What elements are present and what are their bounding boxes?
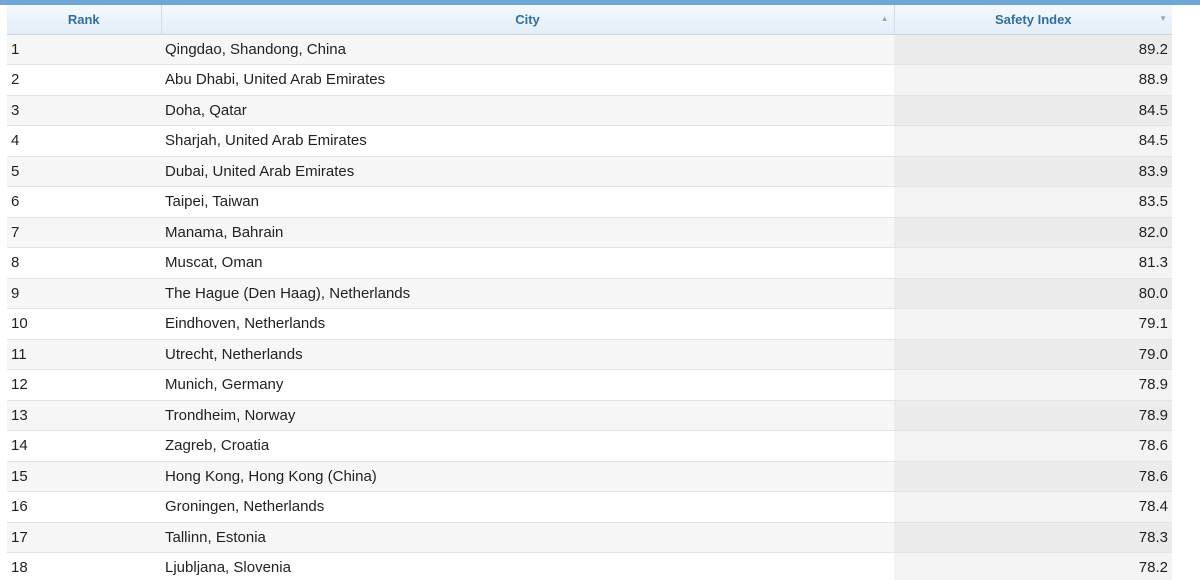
rank-cell: 18 [7,552,161,580]
table-body: 1 Qingdao, Shandong, China 89.2 2 Abu Dhabi,… [7,34,1172,580]
rank-cell: 11 [7,339,161,370]
city-cell: Dubai, United Arab Emirates [161,156,894,187]
city-cell: Doha, Qatar [161,95,894,126]
city-cell: Tallinn, Estonia [161,522,894,553]
city-cell: Abu Dhabi, United Arab Emirates [161,64,894,96]
rank-cell: 1 [7,34,161,65]
city-cell: Utrecht, Netherlands [161,339,894,370]
header-row: Rank City ▲ Safety Index ▼ [7,5,1172,35]
table-row[interactable]: 8 Muscat, Oman 81.3 [7,247,1172,279]
safety-index-cell: 80.0 [894,278,1172,309]
safety-index-cell: 84.5 [894,95,1172,126]
table-row[interactable]: 7 Manama, Bahrain 82.0 [7,217,1172,248]
rank-cell: 15 [7,461,161,492]
table-row[interactable]: 12 Munich, Germany 78.9 [7,369,1172,401]
safety-index-cell: 89.2 [894,34,1172,65]
table-row[interactable]: 14 Zagreb, Croatia 78.6 [7,430,1172,462]
city-cell: Ljubljana, Slovenia [161,552,894,580]
table-row[interactable]: 10 Eindhoven, Netherlands 79.1 [7,308,1172,340]
city-cell: Taipei, Taiwan [161,186,894,218]
table-row[interactable]: 13 Trondheim, Norway 78.9 [7,400,1172,431]
city-cell: Zagreb, Croatia [161,430,894,462]
city-cell: Groningen, Netherlands [161,491,894,523]
city-cell: Muscat, Oman [161,247,894,279]
safety-index-cell: 79.1 [894,308,1172,340]
table-row[interactable]: 1 Qingdao, Shandong, China 89.2 [7,34,1172,65]
table-row[interactable]: 4 Sharjah, United Arab Emirates 84.5 [7,125,1172,157]
column-header-rank[interactable]: Rank [7,5,162,35]
rank-cell: 6 [7,186,161,218]
safety-index-cell: 78.6 [894,461,1172,492]
safety-index-cell: 88.9 [894,64,1172,96]
safety-index-cell: 78.6 [894,430,1172,462]
city-cell: Hong Kong, Hong Kong (China) [161,461,894,492]
city-cell: Eindhoven, Netherlands [161,308,894,340]
table-header: Rank City ▲ Safety Index ▼ [7,5,1172,35]
safety-index-cell: 78.2 [894,552,1172,580]
rank-cell: 3 [7,95,161,126]
safety-index-cell: 78.9 [894,400,1172,431]
table-row[interactable]: 18 Ljubljana, Slovenia 78.2 [7,552,1172,580]
table-row[interactable]: 15 Hong Kong, Hong Kong (China) 78.6 [7,461,1172,492]
city-cell: Munich, Germany [161,369,894,401]
rank-cell: 2 [7,64,161,96]
table-row[interactable]: 17 Tallinn, Estonia 78.3 [7,522,1172,553]
city-cell: Manama, Bahrain [161,217,894,248]
rank-cell: 4 [7,125,161,157]
rank-cell: 5 [7,156,161,187]
rank-cell: 17 [7,522,161,553]
city-cell: Sharjah, United Arab Emirates [161,125,894,157]
safety-index-cell: 84.5 [894,125,1172,157]
table-row[interactable]: 2 Abu Dhabi, United Arab Emirates 88.9 [7,64,1172,96]
table-row[interactable]: 16 Groningen, Netherlands 78.4 [7,491,1172,523]
rank-cell: 8 [7,247,161,279]
column-header-city[interactable]: City ▲ [161,5,895,35]
rank-cell: 13 [7,400,161,431]
table-row[interactable]: 3 Doha, Qatar 84.5 [7,95,1172,126]
sort-descending-icon[interactable]: ▼ [1159,15,1167,23]
rank-cell: 16 [7,491,161,523]
column-header-safety-index[interactable]: Safety Index ▼ [894,5,1172,35]
rank-cell: 10 [7,308,161,340]
safety-index-cell: 78.4 [894,491,1172,523]
column-header-label: City [515,11,540,27]
safety-index-cell: 83.9 [894,156,1172,187]
rank-cell: 9 [7,278,161,309]
city-cell: The Hague (Den Haag), Netherlands [161,278,894,309]
city-cell: Trondheim, Norway [161,400,894,431]
safety-index-cell: 83.5 [894,186,1172,218]
safety-index-cell: 78.9 [894,369,1172,401]
column-header-label: Rank [67,11,100,27]
table-row[interactable]: 11 Utrecht, Netherlands 79.0 [7,339,1172,370]
table-row[interactable]: 5 Dubai, United Arab Emirates 83.9 [7,156,1172,187]
rank-cell: 12 [7,369,161,401]
table-row[interactable]: 6 Taipei, Taiwan 83.5 [7,186,1172,218]
page: Rank City ▲ Safety Index ▼ 1 Qingdao, Sha… [0,0,1200,580]
city-cell: Qingdao, Shandong, China [161,34,894,65]
rank-cell: 7 [7,217,161,248]
rank-cell: 14 [7,430,161,462]
safety-index-cell: 82.0 [894,217,1172,248]
sort-ascending-icon[interactable]: ▲ [881,15,889,23]
safety-index-cell: 78.3 [894,522,1172,553]
column-header-label: Safety Index [994,11,1072,27]
safety-index-cell: 81.3 [894,247,1172,279]
table-row[interactable]: 9 The Hague (Den Haag), Netherlands 80.0 [7,278,1172,309]
safety-index-cell: 79.0 [894,339,1172,370]
safety-ranking-table: Rank City ▲ Safety Index ▼ 1 Qingdao, Sha… [7,5,1172,580]
